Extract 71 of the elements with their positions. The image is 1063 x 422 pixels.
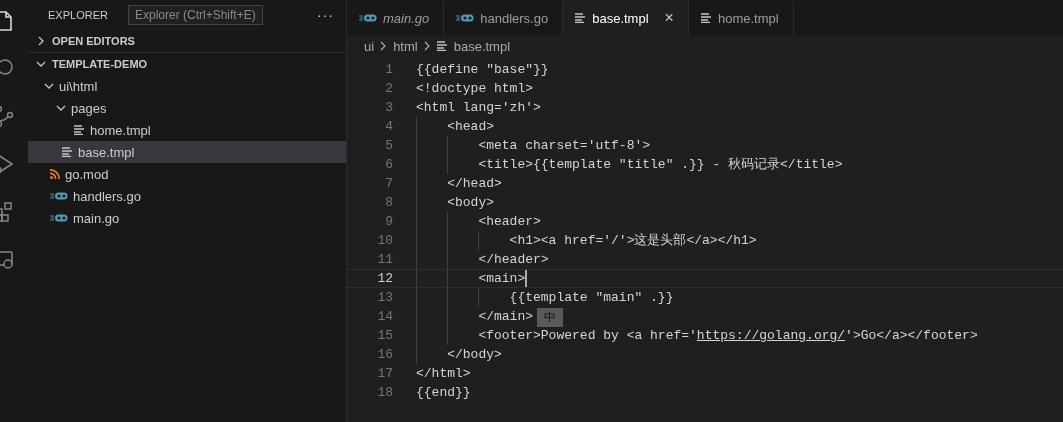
code-line: <html lang='zh'> [416, 99, 541, 117]
lines-icon [74, 125, 85, 135]
code-line: {{template "main" .}} [508, 289, 674, 307]
code-line: <footer>Powered by <a href='https://golang.org/'>Go</a></footer> [477, 327, 978, 345]
tree-item[interactable]: main.go [28, 207, 346, 229]
code-line: </header> [477, 251, 549, 269]
line-number: 5 [384, 137, 393, 155]
line-number: 16 [376, 346, 393, 364]
chevron-icon[interactable] [36, 59, 46, 69]
line-number: 13 [376, 289, 393, 307]
extensions-icon[interactable] [0, 200, 15, 224]
line-number: 11 [376, 251, 393, 269]
code-line: <h1><a href='/'>这是头部</a></h1> [508, 232, 757, 250]
lines-icon [62, 147, 73, 157]
tree-item[interactable]: pages [28, 97, 346, 119]
files-icon[interactable] [0, 8, 15, 32]
ime-indicator: 中 [537, 308, 563, 327]
tree-item[interactable]: handlers.go [28, 185, 346, 207]
line-number: 10 [376, 232, 393, 250]
line-number: 6 [384, 156, 393, 174]
code-line: </main> [477, 308, 534, 326]
chevron-icon[interactable] [36, 36, 46, 46]
lines-icon [575, 13, 587, 23]
chevron-icon[interactable] [44, 81, 54, 91]
panel-title: EXPLORER [48, 9, 108, 21]
more-actions[interactable]: ··· [317, 7, 334, 23]
line-number: 17 [376, 365, 393, 383]
code-line: <body> [446, 194, 494, 212]
line-number: 3 [384, 99, 393, 117]
close-icon[interactable]: × [664, 9, 674, 27]
section-header[interactable]: OPEN EDITORS [28, 30, 346, 53]
line-number: 9 [384, 213, 393, 231]
tree-item[interactable]: ui\html [28, 75, 346, 97]
branch-icon[interactable] [0, 104, 15, 128]
code-line: {{define "base"}} [416, 61, 549, 79]
chevron-icon [380, 41, 388, 51]
breadcrumb-item[interactable]: html [393, 38, 418, 54]
code-line: <header> [477, 213, 541, 231]
rss-icon [50, 169, 60, 179]
line-number: 4 [384, 118, 393, 136]
line-number: 14 [376, 308, 393, 326]
tooltip: Explorer (Ctrl+Shift+E) [128, 5, 263, 25]
lines-icon [436, 41, 448, 51]
code-line: <!doctype html> [416, 80, 534, 98]
code-line: </head> [446, 175, 502, 193]
breadcrumb-item[interactable]: ui [364, 38, 375, 54]
code-line: <meta charset='utf-8'> [477, 137, 651, 155]
lines-icon [700, 13, 712, 23]
section-header[interactable]: TEMPLATE-DEMO [28, 53, 346, 75]
chevron-icon [423, 41, 431, 51]
link[interactable]: https://golang.org/ [696, 328, 846, 343]
line-number: 1 [384, 61, 393, 79]
line-number: 12 [376, 270, 393, 288]
line-number: 18 [376, 384, 393, 402]
code-line: </body> [446, 346, 502, 364]
tree-item[interactable]: base.tmpl [28, 141, 346, 163]
code-line: <main> [477, 270, 526, 288]
breadcrumb-item[interactable]: base.tmpl [453, 38, 511, 54]
text-cursor [525, 270, 528, 287]
tree-item[interactable]: home.tmpl [28, 119, 346, 141]
code-line: {{end}} [416, 384, 471, 402]
line-number: 15 [376, 327, 393, 345]
line-number: 8 [384, 194, 393, 212]
line-number: 7 [384, 175, 393, 193]
code-line: </html> [416, 365, 471, 383]
line-number: 2 [384, 80, 393, 98]
code-line: <head> [446, 118, 494, 136]
chevron-icon[interactable] [56, 103, 66, 113]
editor-tab[interactable]: base.tmpl × [563, 0, 689, 35]
code-line: <title>{{template "title" .}} - 秋码记录</title> [477, 156, 843, 174]
tree-item[interactable]: go.mod [28, 163, 346, 185]
